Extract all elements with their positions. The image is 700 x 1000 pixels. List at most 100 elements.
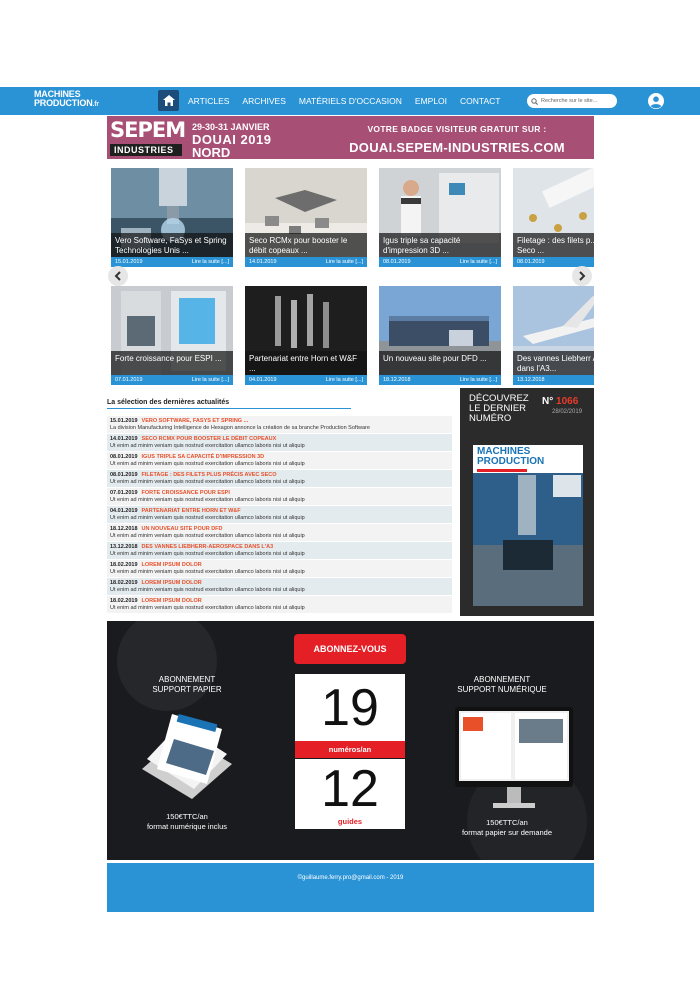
news-description: Ut enim ad minim veniam quis nostrud exe… [110,587,305,593]
news-item[interactable]: 18.02.2019 LOREM IPSUM DOLOR Ut enim ad mi… [107,560,452,578]
news-section-heading: La sélection des dernières actualités [107,399,351,409]
news-date: 15.01.2019 [110,418,138,424]
nav-emploi[interactable]: EMPLOI [415,96,447,106]
nav-materiels-occasion[interactable]: MATÉRIELS D'OCCASION [299,96,402,106]
carousel-card[interactable]: Seco RCMx pour booster le débit copeaux … [245,168,367,267]
carousel-card[interactable]: Forte croissance pour ESPI ... 07.01.201… [111,286,233,385]
news-title[interactable]: LOREM IPSUM DOLOR [142,598,202,604]
article-footer: 07.01.2019 Lire la suite [...] [111,375,233,385]
carousel-card[interactable]: Filetage : des filets p... avec Seco ...… [513,168,594,267]
news-item[interactable]: 08.01.2019 IGUS TRIPLE SA CAPACITÉ D'IMPR… [107,452,452,470]
sepem-logo: SEPEM INDUSTRIES [110,118,188,156]
article-date: 07.01.2019 [115,377,143,383]
latest-issue-panel[interactable]: DÉCOUVREZ LE DERNIER NUMÉRO N° 1066 28/0… [460,388,594,616]
read-more-link[interactable]: Lire la suite [...] [192,257,229,267]
carousel-card[interactable]: Igus triple sa capacité d'impression 3D … [379,168,501,267]
news-title[interactable]: PARTENARIAT ENTRE HORN ET W&F [142,508,241,514]
news-date: 18.02.2019 [110,562,138,568]
news-item[interactable]: 18.12.2018 UN NOUVEAU SITE POUR DFD Ut eni… [107,524,452,542]
carousel-card[interactable]: Des vannes Liebherr Aerospace dans l'A3.… [513,286,594,385]
news-description: Ut enim ad minim veniam quis nostrud exe… [110,551,305,557]
badge-url[interactable]: DOUAI.SEPEM-INDUSTRIES.COM [337,140,577,155]
news-date: 07.01.2019 [110,490,138,496]
article-date: 18.12.2018 [383,377,411,383]
subscribe-button[interactable]: ABONNEZ-VOUS [294,634,406,664]
issues-count: 19 [321,679,379,737]
sepem-logo-text: SEPEM [110,118,186,142]
site-logo[interactable]: MACHINES PRODUCTION.fr [34,90,134,112]
news-item[interactable]: 15.01.2019 VERO SOFTWARE, FASYS ET SPRING… [107,416,452,434]
news-description: Ut enim ad minim veniam quis nostrud exe… [110,461,305,467]
issues-label: numéros/an [295,741,405,758]
read-more-link[interactable]: Lire la suite [...] [326,375,363,385]
event-dates: 29-30-31 JANVIER [192,122,270,132]
article-date: 13.12.2018 [517,377,545,383]
news-description: La division Manufacturing Intelligence d… [110,425,370,431]
article-title: Vero Software, FaSys et Spring Technolog… [111,233,233,257]
article-footer: 13.12.2018Lire la suite [...] [513,375,594,385]
article-title: Filetage : des filets p... avec Seco ... [513,233,594,257]
nav-archives[interactable]: ARCHIVES [242,96,285,106]
page: MACHINES PRODUCTION.fr ARTICLES ARCHIVES… [0,0,700,1000]
news-title[interactable]: FILETAGE : DES FILETS PLUS PRÉCIS AVEC S… [142,472,277,478]
news-item[interactable]: 13.12.2018 DES VANNES LIEBHERR-AEROSPACE … [107,542,452,560]
news-item[interactable]: 07.01.2019 FORTE CROISSANCE POUR ESPI Ut e… [107,488,452,506]
issue-date: 28/02/2019 [552,409,583,415]
news-description: Ut enim ad minim veniam quis nostrud exe… [110,605,305,611]
news-description: Ut enim ad minim veniam quis nostrud exe… [110,443,305,449]
news-title[interactable]: FORTE CROISSANCE POUR ESPI [142,490,230,496]
user-account-icon[interactable] [648,93,664,109]
article-title: Des vannes Liebherr Aerospace dans l'A3.… [513,351,594,375]
news-title[interactable]: VERO SOFTWARE, FASYS ET SPRING ... [142,418,249,424]
guides-card: 12 guides [295,759,405,829]
article-date: 08.01.2019 [517,259,545,265]
news-item[interactable]: 08.01.2019 FILETAGE : DES FILETS PLUS PRÉ… [107,470,452,488]
read-more-link[interactable]: Lire la suite [...] [460,257,497,267]
article-footer: 15.01.2019 Lire la suite [...] [111,257,233,267]
read-more-link[interactable]: Lire la suite [...] [192,375,229,385]
badge-callout: VOTRE BADGE VISITEUR GRATUIT SUR : DOUAI… [337,124,577,155]
news-title[interactable]: DES VANNES LIEBHERR-AEROSPACE DANS L'A3 [142,544,274,550]
carousel-next-button[interactable] [572,266,592,286]
home-icon [162,95,175,106]
news-title[interactable]: LOREM IPSUM DOLOR [142,580,202,586]
home-button[interactable] [158,90,179,111]
chevron-right-icon [579,271,586,281]
article-title: Igus triple sa capacité d'impression 3D … [379,233,501,257]
carousel-prev-button[interactable] [108,266,128,286]
article-carousel: Vero Software, FaSys et Spring Technolog… [107,166,594,386]
search-input[interactable]: Recherche sur le site... [527,94,617,108]
news-title[interactable]: IGUS TRIPLE SA CAPACITÉ D'IMPRESSION 3D [142,454,265,460]
news-title[interactable]: SECO RCMX POUR BOOSTER LE DÉBIT COPEAUX [142,436,277,442]
main-nav: ARTICLES ARCHIVES MATÉRIELS D'OCCASION E… [188,87,513,115]
footer: ©guillaume.ferry.pro@gmail.com - 2019 [107,863,594,912]
news-date: 13.12.2018 [110,544,138,550]
paper-magazines-image [142,713,232,799]
news-description: Ut enim ad minim veniam quis nostrud exe… [110,515,305,521]
carousel-card[interactable]: Vero Software, FaSys et Spring Technolog… [111,168,233,267]
article-footer: 08.01.2019 Lire la suite [...] [379,257,501,267]
news-description: Ut enim ad minim veniam quis nostrud exe… [110,533,305,539]
chevron-left-icon [114,271,121,281]
news-item[interactable]: 04.01.2019 PARTENARIAT ENTRE HORN ET W&F U… [107,506,452,524]
news-item[interactable]: 14.01.2019 SECO RCMX POUR BOOSTER LE DÉBI… [107,434,452,452]
news-list: 15.01.2019 VERO SOFTWARE, FASYS ET SPRING… [107,416,452,614]
article-title: Un nouveau site pour DFD ... [379,351,501,375]
logo-line2: PRODUCTION.fr [34,98,99,109]
carousel-card[interactable]: Un nouveau site pour DFD ... 18.12.2018 L… [379,286,501,385]
news-title[interactable]: LOREM IPSUM DOLOR [142,562,202,568]
nav-contact[interactable]: CONTACT [460,96,500,106]
sepem-ad-banner[interactable]: SEPEM INDUSTRIES 29-30-31 JANVIER DOUAI … [107,116,594,159]
digital-subscription-title: ABONNEMENT SUPPORT NUMÉRIQUE [457,675,547,694]
article-footer: 14.01.2019 Lire la suite [...] [245,257,367,267]
magazine-cover[interactable]: MACHINES PRODUCTION [473,445,583,606]
read-more-link[interactable]: Lire la suite [...] [460,375,497,385]
news-title[interactable]: UN NOUVEAU SITE POUR DFD [142,526,223,532]
read-more-link[interactable]: Lire la suite [...] [326,257,363,267]
news-item[interactable]: 18.02.2019 LOREM IPSUM DOLOR Ut enim ad mi… [107,596,452,614]
carousel-card[interactable]: Partenariat entre Horn et W&F ... 04.01.… [245,286,367,385]
news-description: Ut enim ad minim veniam quis nostrud exe… [110,497,305,503]
news-item[interactable]: 18.02.2019 LOREM IPSUM DOLOR Ut enim ad mi… [107,578,452,596]
article-date: 04.01.2019 [249,377,277,383]
nav-articles[interactable]: ARTICLES [188,96,229,106]
